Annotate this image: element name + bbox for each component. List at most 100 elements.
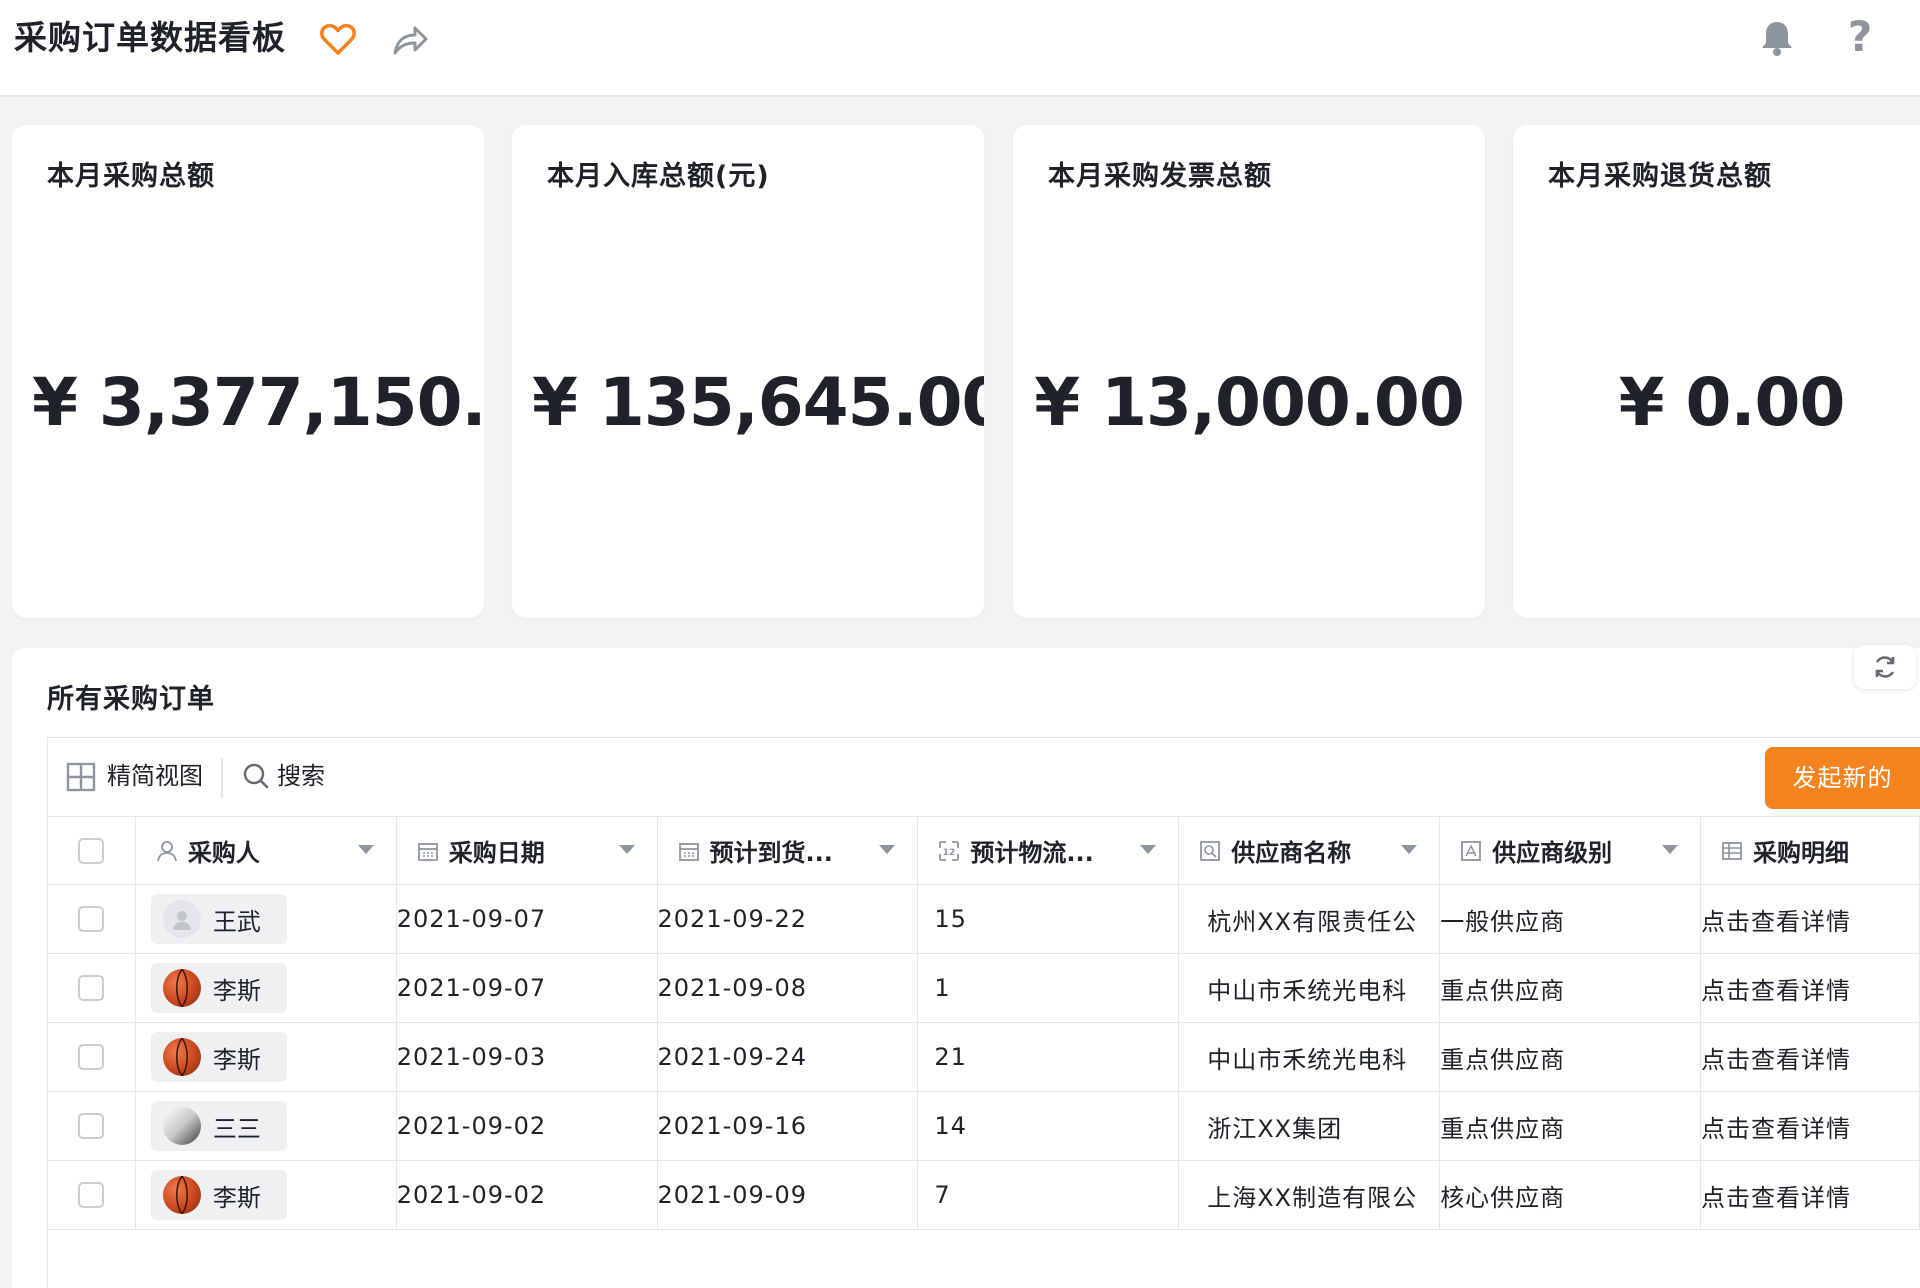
select-all-cell xyxy=(47,816,136,885)
metric-value: ¥ 13,000.00 xyxy=(1034,364,1465,441)
eta-cell: 2021-09-08 xyxy=(656,953,919,1023)
grid-view-icon[interactable] xyxy=(66,762,96,792)
eta-cell: 2021-09-09 xyxy=(656,1160,919,1230)
column-header-supplier[interactable]: 供应商名称 xyxy=(1178,816,1441,885)
logistics-days-cell: 1 xyxy=(917,953,1180,1023)
row-checkbox[interactable] xyxy=(78,1113,105,1139)
eta-cell: 2021-09-24 xyxy=(656,1022,919,1092)
user-chip[interactable]: 三三 xyxy=(150,1101,287,1151)
new-order-button[interactable]: 发起新的 xyxy=(1765,747,1920,809)
supplier-level-cell: 一般供应商 xyxy=(1439,884,1702,954)
column-header-buyer[interactable]: 采购人 xyxy=(134,816,397,885)
row-checkbox[interactable] xyxy=(78,906,105,932)
metric-label: 本月采购发票总额 xyxy=(1048,161,1272,192)
row-select-cell xyxy=(47,1022,136,1092)
date-cell: 2021-09-02 xyxy=(395,1091,658,1161)
avatar xyxy=(162,900,201,938)
detail-link[interactable]: 点击查看详情 xyxy=(1700,1022,1920,1092)
share-icon[interactable] xyxy=(390,20,430,58)
supplier-cell: 杭州XX有限责任公 xyxy=(1178,884,1441,954)
chevron-down-icon[interactable] xyxy=(1140,845,1157,854)
table-row[interactable]: 李斯 2021-09-03 2021-09-24 21 中山市禾统光电科 重点供应商 点击查… xyxy=(47,1022,1920,1092)
search-icon[interactable] xyxy=(242,762,270,790)
metric-label: 本月采购退货总额 xyxy=(1548,161,1772,192)
person-icon xyxy=(157,840,177,861)
row-checkbox[interactable] xyxy=(78,1044,105,1070)
buyer-cell: 李斯 xyxy=(134,953,397,1023)
calendar-icon xyxy=(678,842,699,861)
detail-link[interactable]: 点击查看详情 xyxy=(1700,1091,1920,1161)
table-row[interactable]: 三三 2021-09-02 2021-09-16 14 浙江XX集团 重点供应商 点击查看详… xyxy=(47,1091,1920,1161)
bell-icon[interactable] xyxy=(1757,18,1797,58)
number-icon: 12 xyxy=(939,840,960,861)
date-cell: 2021-09-07 xyxy=(395,953,658,1023)
table-row[interactable]: 李斯 2021-09-07 2021-09-08 1 中山市禾统光电科 重点供应商 点击查看… xyxy=(47,953,1920,1023)
user-chip[interactable]: 李斯 xyxy=(150,963,287,1013)
column-header-date[interactable]: 采购日期 xyxy=(395,816,658,885)
select-all-checkbox[interactable] xyxy=(78,837,105,864)
logistics-days-cell: 21 xyxy=(917,1022,1180,1092)
table-row[interactable]: 王武 2021-09-07 2021-09-22 15 杭州XX有限责任公 一般供应商 点击… xyxy=(47,884,1920,954)
chevron-down-icon[interactable] xyxy=(1401,845,1418,854)
detail-link[interactable]: 点击查看详情 xyxy=(1700,953,1920,1023)
select-icon xyxy=(1461,840,1482,861)
row-select-cell xyxy=(47,1091,136,1161)
refresh-icon xyxy=(1875,656,1895,678)
heart-icon[interactable] xyxy=(318,20,358,58)
date-cell: 2021-09-02 xyxy=(395,1160,658,1230)
chevron-down-icon[interactable] xyxy=(879,845,896,854)
supplier-level-cell: 重点供应商 xyxy=(1439,1022,1702,1092)
metric-label: 本月入库总额(元) xyxy=(547,161,770,192)
supplier-cell: 浙江XX集团 xyxy=(1178,1091,1441,1161)
buyer-name: 王武 xyxy=(212,907,261,936)
orders-table: 采购人 采购日期 预计到货... 12 预计物流... 供应商名称 供应商级别 … xyxy=(47,816,1920,1230)
toolbar-divider xyxy=(221,758,223,798)
chevron-down-icon[interactable] xyxy=(618,845,635,854)
column-label: 采购日期 xyxy=(448,839,545,867)
logistics-days-cell: 7 xyxy=(917,1160,1180,1230)
search-input[interactable]: 搜索 xyxy=(277,758,325,794)
column-header-eta[interactable]: 预计到货... xyxy=(656,816,919,885)
refresh-button[interactable] xyxy=(1854,645,1916,689)
supplier-level-cell: 重点供应商 xyxy=(1439,1091,1702,1161)
user-chip[interactable]: 李斯 xyxy=(150,1032,287,1082)
buyer-name: 三三 xyxy=(212,1114,261,1143)
metric-value: ¥ 0.00 xyxy=(1618,364,1846,441)
detail-link[interactable]: 点击查看详情 xyxy=(1700,884,1920,954)
chevron-down-icon[interactable] xyxy=(357,845,374,854)
metric-card-inbound-total: 本月入库总额(元) ¥ 135,645.00 xyxy=(512,125,984,618)
column-header-detail[interactable]: 采购明细 xyxy=(1700,816,1920,885)
view-switch-button[interactable]: 精简视图 xyxy=(107,758,203,794)
metric-card-purchase-total: 本月采购总额 ¥ 3,377,150.... xyxy=(12,125,484,618)
row-checkbox[interactable] xyxy=(78,975,105,1001)
avatar xyxy=(162,1107,201,1145)
metric-card-return-total: 本月采购退货总额 ¥ 0.00 xyxy=(1513,125,1920,618)
orders-title: 所有采购订单 xyxy=(47,684,215,715)
row-select-cell xyxy=(47,953,136,1023)
column-header-supplier-level[interactable]: 供应商级别 xyxy=(1439,816,1702,885)
row-select-cell xyxy=(47,884,136,954)
buyer-name: 李斯 xyxy=(212,976,261,1005)
table-toolbar: 精简视图 搜索 发起新的 xyxy=(47,738,1920,816)
column-label: 采购人 xyxy=(187,839,260,867)
table-row[interactable]: 李斯 2021-09-02 2021-09-09 7 上海XX制造有限公 核心供应商 点击查… xyxy=(47,1160,1920,1230)
metric-label: 本月采购总额 xyxy=(47,161,215,192)
user-chip[interactable]: 李斯 xyxy=(150,1170,287,1220)
user-chip[interactable]: 王武 xyxy=(150,894,287,944)
buyer-cell: 李斯 xyxy=(134,1022,397,1092)
logistics-days-cell: 15 xyxy=(917,884,1180,954)
column-label: 预计到货... xyxy=(709,839,833,867)
buyer-name: 李斯 xyxy=(212,1183,261,1212)
column-header-logistics-days[interactable]: 12 预计物流... xyxy=(917,816,1180,885)
chevron-down-icon[interactable] xyxy=(1662,845,1679,854)
column-label: 采购明细 xyxy=(1753,839,1850,867)
help-icon[interactable]: ? xyxy=(1840,14,1880,60)
buyer-cell: 李斯 xyxy=(134,1160,397,1230)
detail-link[interactable]: 点击查看详情 xyxy=(1700,1160,1920,1230)
supplier-cell: 中山市禾统光电科 xyxy=(1178,1022,1441,1092)
avatar xyxy=(162,1038,201,1076)
metric-card-invoice-total: 本月采购发票总额 ¥ 13,000.00 xyxy=(1013,125,1485,618)
eta-cell: 2021-09-22 xyxy=(656,884,919,954)
row-checkbox[interactable] xyxy=(78,1182,105,1208)
top-bar: 采购订单数据看板 ? xyxy=(0,0,1920,97)
